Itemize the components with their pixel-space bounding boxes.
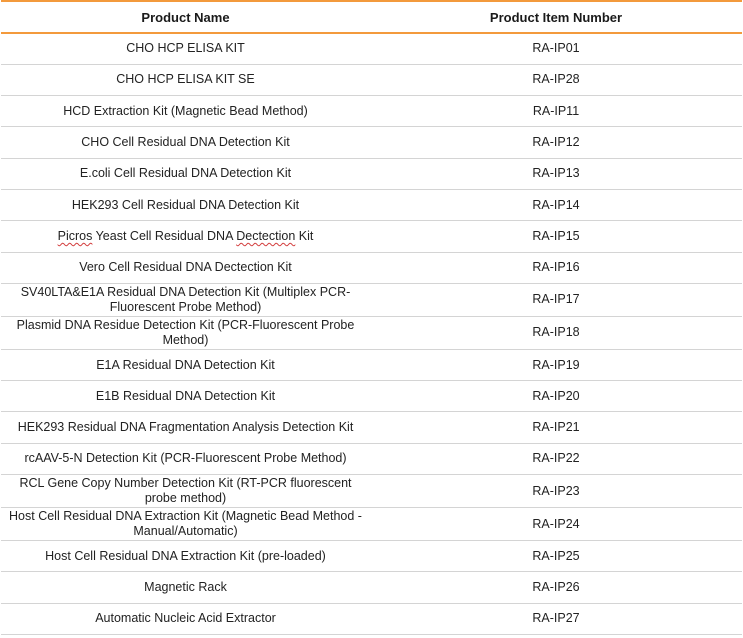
table-row: E.coli Cell Residual DNA Detection Kit R… <box>1 158 742 190</box>
table-row: Vero Cell Residual DNA Dectection Kit RA… <box>1 252 742 284</box>
product-number-cell: RA-IP19 <box>370 349 742 382</box>
product-name-cell: E1A Residual DNA Detection Kit <box>1 349 370 382</box>
table-row: Automatic Nucleic Acid Extractor RA-IP27 <box>1 603 742 635</box>
product-number-cell: RA-IP27 <box>370 603 742 635</box>
table-row: Host Cell Residual DNA Extraction Kit (M… <box>1 507 742 542</box>
table-header: Product Name Product Item Number <box>1 2 742 34</box>
table-row: E1A Residual DNA Detection Kit RA-IP19 <box>1 349 742 382</box>
product-number-cell: RA-IP28 <box>370 64 742 97</box>
table-row: CHO HCP ELISA KIT SE RA-IP28 <box>1 64 742 97</box>
product-number-cell: RA-IP21 <box>370 411 742 444</box>
product-name-cell: Host Cell Residual DNA Extraction Kit (M… <box>1 507 370 542</box>
product-name-cell: E1B Residual DNA Detection Kit <box>1 380 370 413</box>
product-name-cell: Automatic Nucleic Acid Extractor <box>1 603 370 635</box>
product-name-cell: Host Cell Residual DNA Extraction Kit (p… <box>1 540 370 573</box>
product-number-cell: RA-IP26 <box>370 571 742 604</box>
product-number-cell: RA-IP01 <box>370 33 742 65</box>
product-number-cell: RA-IP24 <box>370 507 742 542</box>
product-name-cell: Vero Cell Residual DNA Dectection Kit <box>1 252 370 284</box>
table-row: HEK293 Residual DNA Fragmentation Analys… <box>1 411 742 444</box>
product-number-cell: RA-IP15 <box>370 220 742 253</box>
product-number-cell: RA-IP20 <box>370 380 742 413</box>
table-row: E1B Residual DNA Detection Kit RA-IP20 <box>1 380 742 413</box>
header-product-item-number: Product Item Number <box>370 2 742 34</box>
product-number-cell: RA-IP12 <box>370 126 742 159</box>
product-table-container: Product Name Product Item Number CHO HCP… <box>1 0 742 635</box>
product-name-cell: RCL Gene Copy Number Detection Kit (RT-P… <box>1 474 370 509</box>
name-text-segment: Yeast Cell Residual DNA <box>92 228 237 243</box>
product-name-cell: Magnetic Rack <box>1 571 370 604</box>
table-row: rcAAV-5-N Detection Kit (PCR-Fluorescent… <box>1 443 742 476</box>
product-number-cell: RA-IP25 <box>370 540 742 573</box>
table-row: Host Cell Residual DNA Extraction Kit (p… <box>1 540 742 573</box>
product-name-cell: HEK293 Cell Residual DNA Detection Kit <box>1 189 370 222</box>
product-name-cell: CHO HCP ELISA KIT SE <box>1 64 370 97</box>
table-row: Plasmid DNA Residue Detection Kit (PCR-F… <box>1 316 742 350</box>
spellcheck-word: Dectection <box>236 228 296 243</box>
table-row: HEK293 Cell Residual DNA Detection Kit R… <box>1 189 742 222</box>
product-name-cell: Picros Yeast Cell Residual DNA Dectectio… <box>1 220 370 253</box>
product-name-cell: HCD Extraction Kit (Magnetic Bead Method… <box>1 95 370 128</box>
product-name-cell: CHO HCP ELISA KIT <box>1 33 370 65</box>
product-number-cell: RA-IP13 <box>370 158 742 190</box>
table-row: CHO Cell Residual DNA Detection Kit RA-I… <box>1 126 742 159</box>
header-product-name: Product Name <box>1 2 370 34</box>
table-row: HCD Extraction Kit (Magnetic Bead Method… <box>1 95 742 128</box>
product-number-cell: RA-IP22 <box>370 443 742 476</box>
product-number-cell: RA-IP17 <box>370 283 742 317</box>
table-row: RCL Gene Copy Number Detection Kit (RT-P… <box>1 474 742 509</box>
table-row: CHO HCP ELISA KIT RA-IP01 <box>1 33 742 65</box>
product-number-cell: RA-IP16 <box>370 252 742 284</box>
product-name-cell: SV40LTA&E1A Residual DNA Detection Kit (… <box>1 283 370 317</box>
product-name-cell: Plasmid DNA Residue Detection Kit (PCR-F… <box>1 316 370 350</box>
product-table: Product Name Product Item Number CHO HCP… <box>1 2 742 635</box>
table-body: CHO HCP ELISA KIT RA-IP01 CHO HCP ELISA … <box>1 33 742 635</box>
product-name-cell: CHO Cell Residual DNA Detection Kit <box>1 126 370 159</box>
product-number-cell: RA-IP14 <box>370 189 742 222</box>
header-row: Product Name Product Item Number <box>1 2 742 34</box>
table-row: SV40LTA&E1A Residual DNA Detection Kit (… <box>1 283 742 317</box>
product-name-cell: HEK293 Residual DNA Fragmentation Analys… <box>1 411 370 444</box>
spellcheck-word: Picros <box>57 228 93 243</box>
name-text-segment: Kit <box>295 228 314 243</box>
product-number-cell: RA-IP23 <box>370 474 742 509</box>
product-number-cell: RA-IP18 <box>370 316 742 350</box>
product-name-cell: rcAAV-5-N Detection Kit (PCR-Fluorescent… <box>1 443 370 476</box>
table-row: Magnetic Rack RA-IP26 <box>1 571 742 604</box>
table-row: Picros Yeast Cell Residual DNA Dectectio… <box>1 220 742 253</box>
product-name-cell: E.coli Cell Residual DNA Detection Kit <box>1 158 370 190</box>
product-number-cell: RA-IP11 <box>370 95 742 128</box>
